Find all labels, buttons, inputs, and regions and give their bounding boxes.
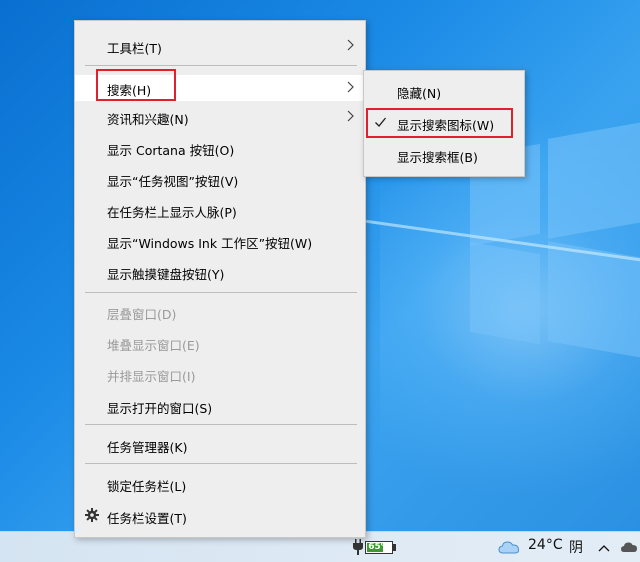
- menu-item-label: 锁定任务栏(L): [107, 479, 187, 494]
- menu-item-label: 显示 Cortana 按钮(O): [107, 143, 235, 158]
- menu-item-label: 任务管理器(K): [107, 440, 188, 455]
- cloud-icon[interactable]: [620, 540, 638, 554]
- menu-item-stack-windows: 堆叠显示窗口(E): [75, 330, 365, 356]
- submenu-item-hidden[interactable]: 隐藏(N): [364, 78, 524, 104]
- submenu-item-show-search-box[interactable]: 显示搜索框(B): [364, 142, 524, 168]
- wallpaper-pane: [470, 241, 540, 345]
- menu-item-label: 显示“Windows Ink 工作区”按钮(W): [107, 236, 313, 251]
- cloud-weather-icon[interactable]: [498, 539, 520, 555]
- gear-icon: [85, 508, 99, 522]
- chevron-right-icon: [347, 39, 354, 51]
- menu-item-show-cortana[interactable]: 显示 Cortana 按钮(O): [75, 135, 365, 161]
- menu-item-toolbars[interactable]: 工具栏(T): [75, 33, 365, 59]
- menu-item-label: 并排显示窗口(I): [107, 369, 196, 384]
- menu-item-label: 资讯和兴趣(N): [107, 112, 189, 127]
- menu-item-show-touch-keyboard[interactable]: 显示触摸键盘按钮(Y): [75, 259, 365, 285]
- menu-separator: [85, 65, 357, 66]
- chevron-up-icon[interactable]: [598, 543, 610, 553]
- menu-separator: [85, 463, 357, 464]
- menu-item-news-interests[interactable]: 资讯和兴趣(N): [75, 104, 365, 130]
- menu-item-label: 显示打开的窗口(S): [107, 401, 213, 416]
- menu-item-show-task-view[interactable]: 显示“任务视图”按钮(V): [75, 166, 365, 192]
- menu-item-show-windows-ink[interactable]: 显示“Windows Ink 工作区”按钮(W): [75, 228, 365, 254]
- chevron-right-icon: [347, 81, 354, 93]
- menu-item-lock-taskbar[interactable]: 锁定任务栏(L): [75, 471, 365, 497]
- weather-condition[interactable]: 阴: [569, 537, 583, 557]
- battery-indicator[interactable]: 65%: [365, 541, 393, 554]
- battery-percent: 65%: [368, 542, 390, 552]
- menu-item-label: 显示“任务视图”按钮(V): [107, 174, 239, 189]
- menu-item-label: 堆叠显示窗口(E): [107, 338, 200, 353]
- menu-item-cascade-windows: 层叠窗口(D): [75, 299, 365, 325]
- menu-item-taskbar-settings[interactable]: 任务栏设置(T): [75, 503, 365, 529]
- highlight-box-search: [96, 69, 176, 101]
- highlight-box-show-search-icon: [366, 108, 513, 138]
- menu-item-task-manager[interactable]: 任务管理器(K): [75, 432, 365, 458]
- menu-item-label: 工具栏(T): [107, 41, 162, 56]
- menu-item-label: 层叠窗口(D): [107, 307, 177, 322]
- menu-item-side-by-side: 并排显示窗口(I): [75, 361, 365, 387]
- menu-separator: [85, 292, 357, 293]
- menu-separator: [85, 424, 357, 425]
- submenu-item-label: 隐藏(N): [397, 86, 442, 101]
- wallpaper-pane: [548, 121, 640, 239]
- menu-item-label: 显示触摸键盘按钮(Y): [107, 267, 225, 282]
- chevron-right-icon: [347, 110, 354, 122]
- submenu-item-label: 显示搜索框(B): [397, 150, 478, 165]
- menu-item-label: 任务栏设置(T): [107, 511, 187, 526]
- weather-temperature[interactable]: 24°C: [528, 537, 563, 553]
- menu-item-label: 在任务栏上显示人脉(P): [107, 205, 237, 220]
- menu-item-show-people[interactable]: 在任务栏上显示人脉(P): [75, 197, 365, 223]
- power-plug-icon[interactable]: [352, 539, 364, 555]
- menu-item-show-desktop[interactable]: 显示打开的窗口(S): [75, 393, 365, 419]
- battery-tip: [393, 544, 396, 551]
